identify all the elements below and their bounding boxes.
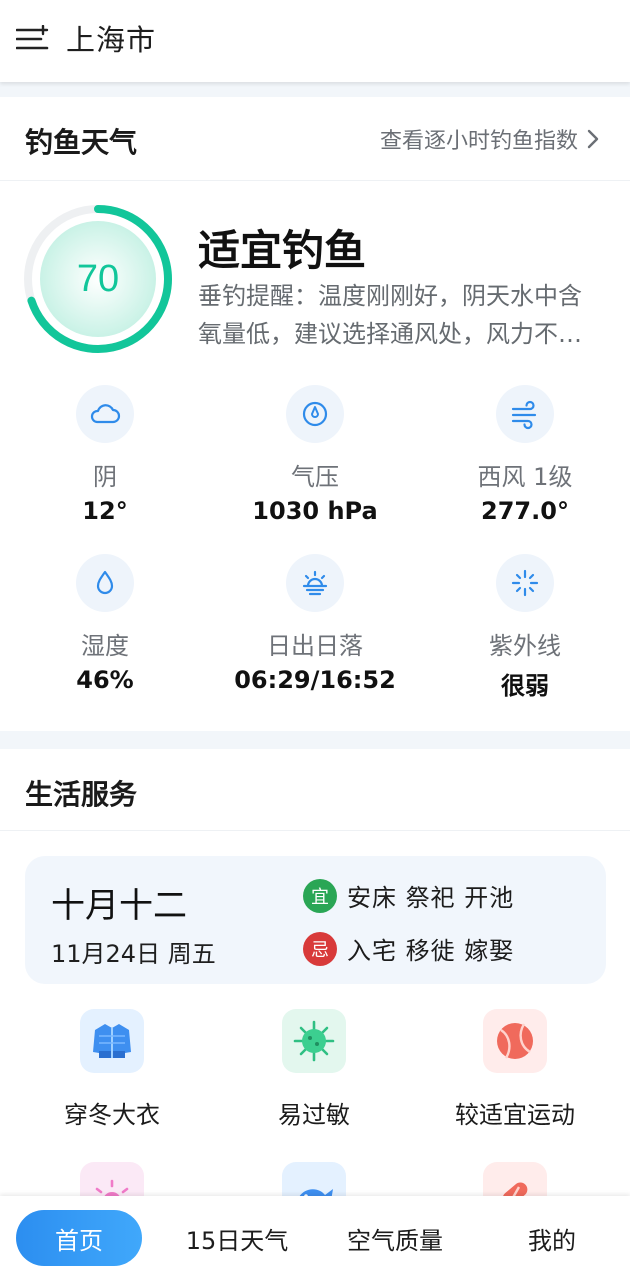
suitable-text: 安床 祭祀 开池 bbox=[347, 884, 515, 912]
service-label: 穿冬大衣 bbox=[64, 1101, 160, 1129]
avoid-badge: 忌 bbox=[303, 931, 337, 966]
almanac-card[interactable]: 十月十二 11月24日 周五 宜 安床 祭祀 开池 忌 入宅 移徙 嫁娶 bbox=[25, 856, 606, 984]
avoid-text: 入宅 移徙 嫁娶 bbox=[347, 937, 515, 965]
service-allergy[interactable]: 易过敏 bbox=[209, 1009, 419, 1130]
coat-icon bbox=[93, 1024, 131, 1058]
metric-label: 湿度 bbox=[81, 632, 129, 660]
service-tile bbox=[80, 1009, 144, 1073]
nav-home[interactable]: 首页 bbox=[16, 1210, 142, 1266]
humidity-icon bbox=[96, 570, 114, 595]
metric-uv: 紫外线 很弱 bbox=[420, 554, 630, 701]
metric-pressure: 气压 1030 hPa bbox=[210, 385, 420, 525]
lunar-date: 十月十二 bbox=[51, 886, 187, 926]
nav-15-day-weather[interactable]: 15日天气 bbox=[174, 1210, 300, 1266]
metric-value: 46% bbox=[76, 666, 134, 694]
service-clothing[interactable]: 穿冬大衣 bbox=[7, 1009, 217, 1130]
metric-wind: 西风 1级 277.0° bbox=[420, 385, 630, 525]
fishing-tip: 垂钓提醒：温度刚刚好，阴天水中含氧量低，建议选择通风处，风力不大的水域垂钓。 bbox=[198, 282, 582, 348]
allergy-icon bbox=[293, 1020, 335, 1062]
metric-value: 很弱 bbox=[501, 672, 549, 700]
fishing-section-title: 钓鱼天气 bbox=[25, 126, 138, 159]
nav-mine[interactable]: 我的 bbox=[489, 1210, 615, 1266]
service-tile bbox=[483, 1009, 547, 1073]
almanac-suitable-row: 宜 安床 祭祀 开池 bbox=[303, 878, 514, 913]
metric-label: 阴 bbox=[93, 463, 117, 491]
fishing-weather-card: 钓鱼天气 查看逐小时钓鱼指数 70 适宜钓鱼 垂钓提醒：温度刚刚好，阴天水中含氧… bbox=[0, 97, 630, 731]
menu-add-icon[interactable] bbox=[16, 25, 50, 53]
metric-humidity: 湿度 46% bbox=[0, 554, 210, 694]
almanac-avoid-row: 忌 入宅 移徙 嫁娶 bbox=[303, 931, 514, 966]
cloud-icon bbox=[90, 404, 121, 424]
metric-icon-bg bbox=[286, 385, 344, 443]
hourly-link-label: 查看逐小时钓鱼指数 bbox=[379, 129, 578, 154]
gregorian-date: 11月24日 周五 bbox=[51, 940, 216, 968]
uv-icon bbox=[511, 569, 539, 597]
life-services-card: 生活服务 十月十二 11月24日 周五 宜 安床 祭祀 开池 忌 入宅 移徙 嫁… bbox=[0, 749, 630, 1226]
service-sport[interactable]: 较适宜运动 bbox=[410, 1009, 620, 1130]
metric-label: 日出日落 bbox=[267, 632, 363, 660]
fishing-score-value: 70 bbox=[76, 257, 120, 300]
pressure-icon bbox=[302, 401, 328, 427]
hourly-fishing-index-link[interactable]: 查看逐小时钓鱼指数 bbox=[380, 123, 600, 155]
suitable-badge: 宜 bbox=[303, 878, 337, 913]
app-screen: 上海市 钓鱼天气 查看逐小时钓鱼指数 70 适宜钓鱼 垂钓提醒：温度刚刚好，阴天… bbox=[0, 0, 630, 1280]
nav-air-quality[interactable]: 空气质量 bbox=[332, 1210, 458, 1266]
fishing-status: 适宜钓鱼 bbox=[198, 226, 367, 275]
chevron-right-icon bbox=[587, 129, 599, 149]
fishing-section-header: 钓鱼天气 查看逐小时钓鱼指数 bbox=[0, 97, 630, 181]
top-bar: 上海市 bbox=[0, 0, 630, 82]
bottom-navigation: 首页 15日天气 空气质量 我的 bbox=[0, 1196, 630, 1280]
service-label: 较适宜运动 bbox=[455, 1101, 575, 1129]
metric-icon-bg bbox=[286, 554, 344, 612]
metric-icon-bg bbox=[496, 554, 554, 612]
wind-icon bbox=[511, 400, 537, 430]
metric-label: 西风 1级 bbox=[477, 463, 573, 491]
sunrise-icon bbox=[302, 570, 328, 596]
ball-icon bbox=[497, 1023, 533, 1059]
metric-icon-bg bbox=[496, 385, 554, 443]
metric-value: 277.0° bbox=[481, 497, 569, 525]
metric-value: 1030 hPa bbox=[252, 497, 378, 525]
city-name[interactable]: 上海市 bbox=[66, 17, 156, 59]
metric-sunrise-sunset: 日出日落 06:29/16:52 bbox=[210, 554, 420, 694]
life-section-header: 生活服务 bbox=[0, 749, 630, 831]
service-tile bbox=[282, 1009, 346, 1073]
metric-weather: 阴 12° bbox=[0, 385, 210, 525]
metric-value: 12° bbox=[82, 497, 128, 525]
metric-value: 06:29/16:52 bbox=[234, 666, 396, 694]
metric-icon-bg bbox=[76, 554, 134, 612]
metric-label: 紫外线 bbox=[489, 632, 561, 660]
service-label: 易过敏 bbox=[278, 1101, 350, 1129]
life-section-title: 生活服务 bbox=[25, 778, 138, 811]
metric-label: 气压 bbox=[291, 463, 339, 491]
metric-icon-bg bbox=[76, 385, 134, 443]
